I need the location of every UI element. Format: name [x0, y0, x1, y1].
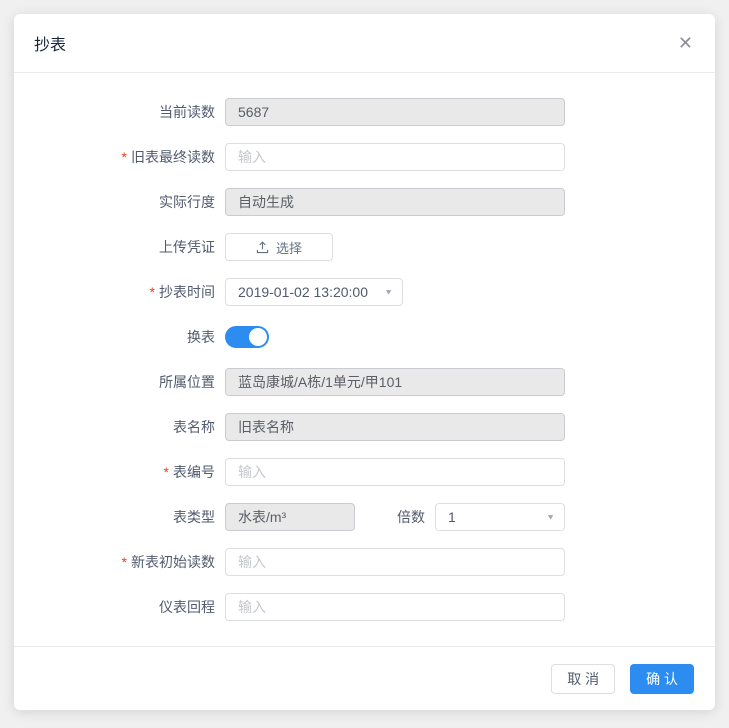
- field-row-reading-time: *抄表时间 2019-01-02 13:20:00 ▼: [14, 278, 715, 306]
- meter-name-input: [225, 413, 565, 441]
- field-label: 上传凭证: [14, 237, 225, 257]
- dialog-body: 当前读数 *旧表最终读数 实际行度 上传凭证 选择 *抄表时间: [14, 73, 715, 621]
- upload-button-label: 选择: [276, 238, 302, 257]
- old-meter-final-reading-input[interactable]: [225, 143, 565, 171]
- new-meter-initial-reading-input[interactable]: [225, 548, 565, 576]
- multiplier-select[interactable]: 1 ▼: [435, 503, 565, 531]
- field-row-meter-backhaul: 仪表回程: [14, 593, 715, 621]
- required-marker: *: [150, 284, 155, 300]
- field-row-old-meter-final-reading: *旧表最终读数: [14, 143, 715, 171]
- field-label: 新表初始读数: [131, 554, 215, 570]
- actual-usage-input: [225, 188, 565, 216]
- dialog-header: 抄表 ✕: [14, 14, 715, 73]
- dialog-title: 抄表: [34, 31, 66, 55]
- change-meter-toggle[interactable]: [225, 326, 269, 348]
- field-label: 抄表时间: [159, 284, 215, 300]
- meter-number-input[interactable]: [225, 458, 565, 486]
- reading-time-value: 2019-01-02 13:20:00: [238, 284, 368, 300]
- reading-time-select[interactable]: 2019-01-02 13:20:00 ▼: [225, 278, 403, 306]
- upload-icon: [256, 241, 269, 254]
- field-row-change-meter: 换表: [14, 323, 715, 351]
- field-label: 当前读数: [14, 102, 225, 122]
- field-label: 实际行度: [14, 192, 225, 212]
- field-row-new-meter-initial-reading: *新表初始读数: [14, 548, 715, 576]
- toggle-knob: [249, 328, 267, 346]
- field-label: 仪表回程: [14, 597, 225, 617]
- current-reading-input: [225, 98, 565, 126]
- required-marker: *: [122, 554, 127, 570]
- field-row-meter-number: *表编号: [14, 458, 715, 486]
- field-row-meter-type: 表类型 倍数 1 ▼: [14, 503, 715, 531]
- meter-reading-dialog: 抄表 ✕ 当前读数 *旧表最终读数 实际行度 上传凭证 选择: [14, 14, 715, 710]
- required-marker: *: [122, 149, 127, 165]
- field-row-upload-voucher: 上传凭证 选择: [14, 233, 715, 261]
- required-marker: *: [164, 464, 169, 480]
- meter-backhaul-input[interactable]: [225, 593, 565, 621]
- confirm-button[interactable]: 确 认: [630, 664, 694, 694]
- close-icon[interactable]: ✕: [678, 34, 693, 52]
- meter-type-input: [225, 503, 355, 531]
- field-label: 表类型: [14, 507, 225, 527]
- field-label: 所属位置: [14, 372, 225, 392]
- multiplier-label: 倍数: [355, 507, 435, 527]
- field-label: 换表: [14, 327, 225, 347]
- field-label: 表编号: [173, 464, 215, 480]
- chevron-down-icon: ▼: [546, 513, 555, 522]
- field-row-actual-usage: 实际行度: [14, 188, 715, 216]
- location-input: [225, 368, 565, 396]
- chevron-down-icon: ▼: [384, 288, 393, 297]
- field-row-meter-name: 表名称: [14, 413, 715, 441]
- cancel-button[interactable]: 取 消: [551, 664, 615, 694]
- field-label: 旧表最终读数: [131, 149, 215, 165]
- field-row-location: 所属位置: [14, 368, 715, 396]
- dialog-footer: 取 消 确 认: [14, 646, 715, 710]
- field-row-current-reading: 当前读数: [14, 98, 715, 126]
- upload-voucher-button[interactable]: 选择: [225, 233, 333, 261]
- multiplier-value: 1: [448, 509, 456, 525]
- field-label: 表名称: [14, 417, 225, 437]
